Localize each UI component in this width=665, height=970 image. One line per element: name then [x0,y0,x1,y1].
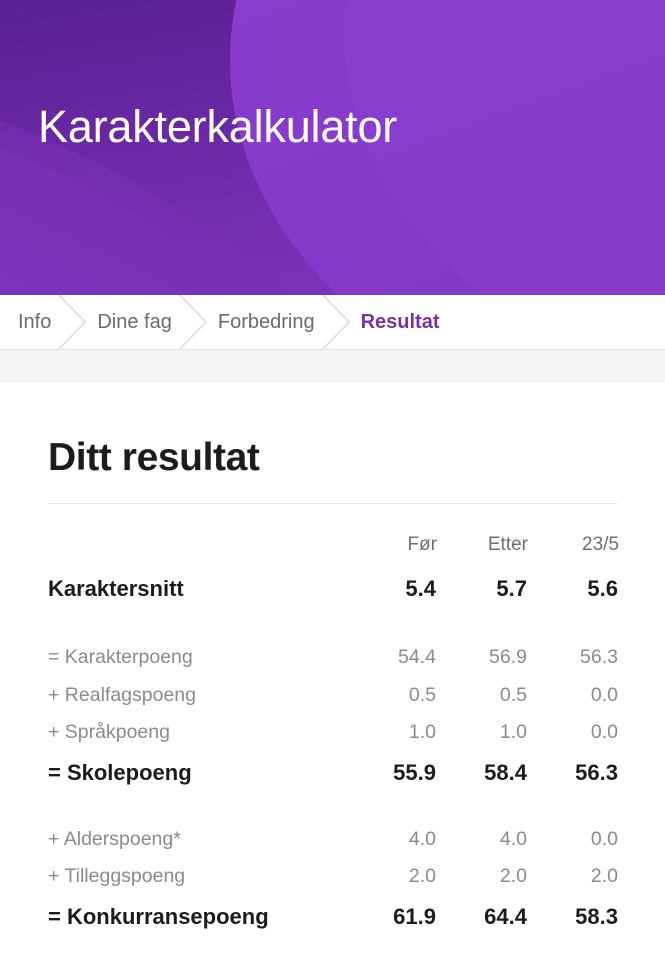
table-row: = Skolepoeng 55.9 58.4 56.3 [48,752,619,795]
breadcrumb: Info Dine fag Forbedring Resultat [0,295,665,349]
breadcrumb-item-info[interactable]: Info [0,295,51,349]
table-group-spacer [48,613,619,639]
row-label: + Alderspoeng* [48,827,181,850]
row-label: = Karakterpoeng [48,646,193,669]
table-row: + Alderspoeng* 4.0 4.0 0.0 [48,821,619,859]
result-table-body: Karaktersnitt 5.4 5.7 5.6 = Karakterpoeng 54.… [48,564,619,939]
breadcrumb-chevron-icon [172,295,218,349]
main-content: Ditt resultat Før Etter 23/5 Karaktersni… [0,435,665,939]
row-value: 5.7 [496,575,527,601]
breadcrumb-nav: Info Dine fag Forbedring Resultat [0,295,665,349]
result-table-head: Før Etter 23/5 [48,526,619,564]
row-value: 58.4 [484,760,527,785]
row-value: 56.9 [489,646,527,669]
result-table: Før Etter 23/5 Karaktersnitt 5.4 5.7 5.6 = K… [48,526,619,939]
row-value: 54.4 [398,646,436,669]
row-value: 56.3 [580,646,618,669]
column-header-label [48,526,346,564]
app-header: Karakterkalkulator [0,0,665,295]
column-header-etter: Etter [487,534,528,555]
breadcrumb-item-dine-fag[interactable]: Dine fag [97,295,172,349]
breadcrumb-item-forbedring[interactable]: Forbedring [218,295,315,349]
page-title: Ditt resultat [48,436,260,479]
title-divider [48,503,617,504]
row-label: = Konkurransepoeng [48,904,269,929]
row-value: 56.3 [575,760,618,785]
content-separator-band [0,349,665,382]
row-value: 2.0 [499,865,527,888]
row-label: + Tilleggspoeng [48,865,186,888]
table-row: Karaktersnitt 5.4 5.7 5.6 [48,564,619,613]
row-value: 64.4 [484,904,527,929]
row-value: 1.0 [408,721,436,744]
breadcrumb-item-label: Resultat [360,311,440,333]
row-value: 4.0 [499,827,527,850]
page-header-title: Karakterkalkulator [38,101,398,152]
table-row: = Konkurransepoeng 61.9 64.4 58.3 [48,896,619,939]
row-value: 2.0 [408,865,436,888]
table-row: + Språkpoeng 1.0 1.0 0.0 [48,714,619,752]
row-label: + Språkpoeng [48,721,170,744]
spacer-cell [48,795,619,821]
column-header-for: Før [407,534,437,555]
row-value: 58.3 [575,904,618,929]
spacer-cell [48,613,619,639]
table-row: + Realfagspoeng 0.5 0.5 0.0 [48,677,619,715]
row-value: 61.9 [393,904,436,929]
row-value: 55.9 [393,760,436,785]
table-row: + Tilleggspoeng 2.0 2.0 2.0 [48,858,619,896]
row-value: 0.5 [408,683,436,706]
row-label: + Realfagspoeng [48,683,196,706]
breadcrumb-chevron-icon [51,295,97,349]
breadcrumb-item-label: Info [18,311,52,333]
table-group-spacer [48,795,619,821]
row-label: Karaktersnitt [48,575,184,601]
breadcrumb-chevron-icon [315,295,361,349]
row-label: = Skolepoeng [48,760,192,785]
breadcrumb-item-label: Dine fag [97,311,172,333]
row-value: 1.0 [499,721,527,744]
breadcrumb-item-label: Forbedring [217,311,315,333]
row-value: 2.0 [590,865,618,888]
row-value: 5.4 [405,575,436,601]
app-root: Karakterkalkulator Info Dine fag Forbedrin… [0,0,665,970]
row-value: 5.6 [587,575,618,601]
row-value: 0.0 [590,683,618,706]
table-row: = Karakterpoeng 54.4 56.9 56.3 [48,639,619,677]
row-value: 4.0 [408,827,436,850]
row-value: 0.0 [590,827,618,850]
column-header-date: 23/5 [582,534,619,555]
row-value: 0.5 [499,683,527,706]
breadcrumb-item-resultat[interactable]: Resultat [361,295,440,349]
row-value: 0.0 [590,721,618,744]
table-header-row: Før Etter 23/5 [48,526,619,564]
